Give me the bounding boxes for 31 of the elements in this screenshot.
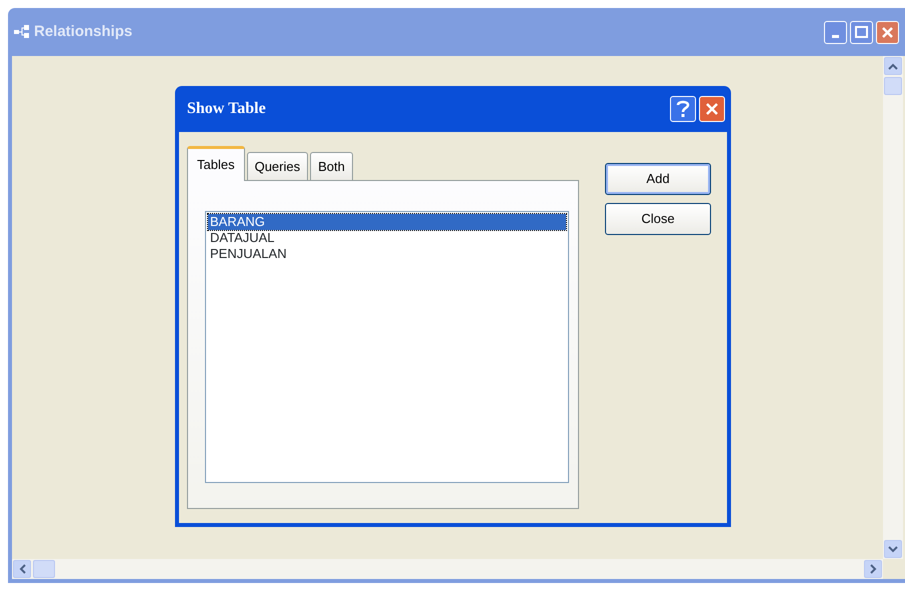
dialog-button[interactable]: Add <box>605 163 711 195</box>
minimize-button[interactable] <box>824 20 847 44</box>
close-button[interactable] <box>876 20 899 44</box>
tab[interactable]: Both <box>310 152 353 180</box>
chevron-left-icon <box>18 564 26 574</box>
scroll-up-button[interactable] <box>884 57 902 75</box>
close-icon <box>705 102 719 116</box>
list-item[interactable]: BARANG <box>208 214 566 230</box>
close-icon <box>881 26 894 38</box>
window-title: Relationships <box>34 22 132 42</box>
list-item[interactable]: DATAJUAL <box>208 230 566 246</box>
chevron-up-icon <box>888 62 898 70</box>
relationships-icon <box>14 25 30 39</box>
tab[interactable]: Tables <box>187 146 245 181</box>
maximize-button[interactable] <box>850 20 873 44</box>
scroll-thumb[interactable] <box>33 560 55 578</box>
dialog-button[interactable]: Close <box>605 203 711 235</box>
close-button[interactable] <box>699 96 725 122</box>
maximize-icon <box>855 26 868 38</box>
minimize-icon <box>832 34 839 38</box>
scroll-down-button[interactable] <box>884 540 902 558</box>
dialog-title: Show Table <box>187 99 266 119</box>
scroll-left-button[interactable] <box>13 560 31 578</box>
scroll-thumb[interactable] <box>884 77 902 95</box>
list-item[interactable]: PENJUALAN <box>208 246 566 262</box>
help-button[interactable] <box>670 96 696 122</box>
scroll-right-button[interactable] <box>864 560 882 578</box>
help-icon <box>676 100 690 118</box>
chevron-down-icon <box>888 546 898 552</box>
chevron-right-icon <box>870 564 876 574</box>
tab[interactable]: Queries <box>246 152 308 180</box>
